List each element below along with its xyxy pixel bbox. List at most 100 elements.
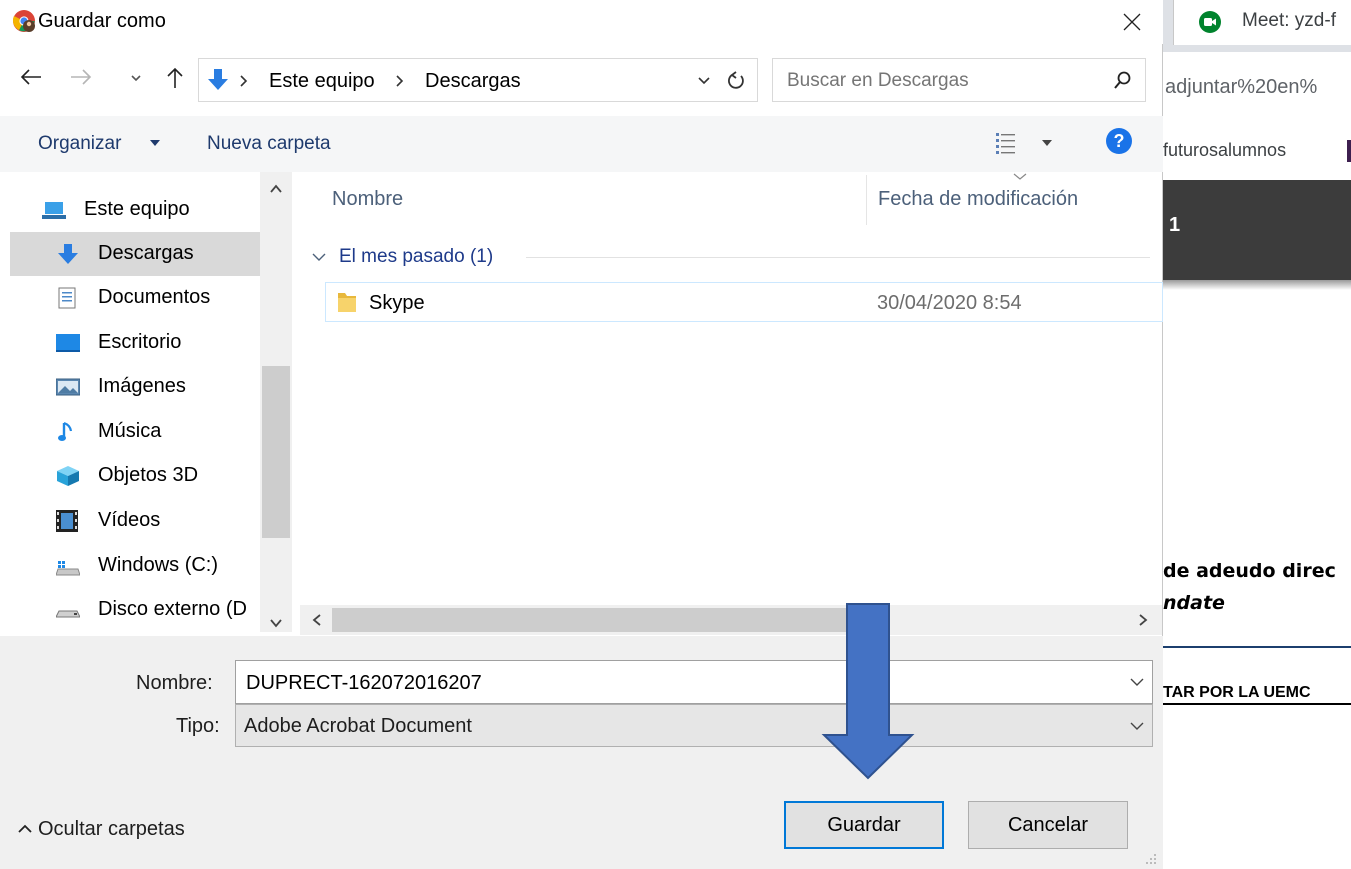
file-modified: 30/04/2020 8:54 xyxy=(877,292,1022,314)
file-list-scroll-thumb[interactable] xyxy=(332,608,870,632)
save-as-dialog: Guardar como Este equipo Descargas Busca… xyxy=(0,0,1163,869)
meet-icon xyxy=(1199,11,1221,33)
nav-label: Objetos 3D xyxy=(98,464,199,486)
link-underline xyxy=(1163,703,1351,705)
nav-item-documentos[interactable]: Documentos xyxy=(10,276,260,320)
view-options-dropdown-icon[interactable] xyxy=(1042,140,1052,148)
navigation-pane: Este equipo Descargas Documentos Escrito… xyxy=(10,172,260,632)
organize-menu[interactable]: Organizar xyxy=(38,116,168,172)
resize-grip-icon[interactable] xyxy=(1142,852,1158,866)
nav-item-musica[interactable]: Música xyxy=(10,410,260,454)
group-header[interactable]: El mes pasado (1) xyxy=(312,244,532,272)
filetype-select[interactable]: Adobe Acrobat Document xyxy=(235,704,1153,747)
nav-item-disco-externo[interactable]: Disco externo (D xyxy=(10,588,260,632)
videos-icon xyxy=(56,510,78,532)
scroll-up-icon[interactable] xyxy=(270,184,282,194)
column-header-name[interactable]: Nombre xyxy=(332,188,403,211)
organize-dropdown-icon xyxy=(150,140,160,146)
dialog-title: Guardar como xyxy=(38,10,166,32)
filename-dropdown-icon[interactable] xyxy=(1130,677,1144,687)
nav-item-descargas[interactable]: Descargas xyxy=(10,232,260,276)
computer-icon xyxy=(42,202,66,219)
address-bar[interactable]: Este equipo Descargas xyxy=(198,58,758,102)
annotation-arrow-icon xyxy=(821,603,915,780)
nav-item-objetos-3d[interactable]: Objetos 3D xyxy=(10,454,260,498)
page-heading: de adeudo direc xyxy=(1163,560,1336,582)
filetype-dropdown-icon[interactable] xyxy=(1130,721,1144,731)
save-button[interactable]: Guardar xyxy=(784,801,944,849)
file-row[interactable]: Skype 30/04/2020 8:54 xyxy=(325,282,1163,322)
nav-label: Windows (C:) xyxy=(98,554,219,576)
banner-text: 1 xyxy=(1169,214,1181,236)
nav-label: Música xyxy=(98,420,162,442)
browser-url-text: adjuntar%20en% xyxy=(1165,76,1318,98)
page-banner: 1 xyxy=(1163,180,1351,280)
address-dropdown-chevron-icon[interactable] xyxy=(697,74,711,88)
page-subheading: ndate xyxy=(1163,592,1225,614)
group-divider xyxy=(526,257,1150,258)
bookmark-icon xyxy=(1347,140,1351,162)
breadcrumb-este-equipo[interactable]: Este equipo xyxy=(269,70,375,93)
close-icon xyxy=(1123,13,1141,31)
browser-omnibox[interactable]: adjuntar%20en% xyxy=(1163,52,1351,118)
search-box[interactable] xyxy=(772,58,1146,102)
column-header-modified[interactable]: Fecha de modificación xyxy=(878,188,1078,211)
file-list xyxy=(300,172,1162,632)
browser-tab-title: Meet: yzd-f xyxy=(1242,10,1336,31)
nav-label: Documentos xyxy=(98,286,211,308)
group-label: El mes pasado (1) xyxy=(339,246,494,267)
hide-folders-toggle[interactable]: Ocultar carpetas xyxy=(18,818,218,846)
page-link[interactable]: TAR POR LA UEMC xyxy=(1163,684,1311,702)
nav-item-videos[interactable]: Vídeos xyxy=(10,499,260,543)
recent-locations-chevron-icon[interactable] xyxy=(130,72,142,84)
nav-pane-scroll-thumb[interactable] xyxy=(262,366,290,538)
scroll-down-icon[interactable] xyxy=(270,618,282,628)
folder-icon xyxy=(338,293,356,312)
refresh-icon[interactable] xyxy=(725,70,747,92)
view-details-icon[interactable] xyxy=(994,131,1018,155)
cancel-button[interactable]: Cancelar xyxy=(968,801,1128,849)
nav-label: Disco externo (D xyxy=(98,598,247,620)
up-arrow-icon[interactable] xyxy=(160,62,190,92)
breadcrumb-separator-icon xyxy=(240,75,248,87)
filetype-value: Adobe Acrobat Document xyxy=(244,715,472,737)
nav-label: Vídeos xyxy=(98,509,161,531)
banner-shadow xyxy=(1163,280,1351,290)
nav-label: Escritorio xyxy=(98,331,182,353)
filename-field[interactable] xyxy=(246,669,1106,697)
filetype-label: Tipo: xyxy=(176,715,220,737)
music-icon xyxy=(58,421,73,441)
dialog-title-bar: Guardar como xyxy=(0,0,1163,44)
desktop-icon xyxy=(56,334,80,352)
help-icon[interactable]: ? xyxy=(1104,126,1134,156)
forward-arrow-icon[interactable] xyxy=(66,62,96,92)
page-divider xyxy=(1163,646,1351,648)
back-arrow-icon[interactable] xyxy=(16,62,46,92)
nav-label: Este equipo xyxy=(84,198,190,220)
filename-combobox[interactable] xyxy=(235,660,1153,704)
nav-label: Imágenes xyxy=(98,375,186,397)
nav-item-escritorio[interactable]: Escritorio xyxy=(10,321,260,365)
scroll-left-icon[interactable] xyxy=(312,614,322,626)
browser-tab-meet[interactable]: Meet: yzd-f xyxy=(1173,0,1351,45)
scroll-right-icon[interactable] xyxy=(1138,614,1148,626)
nav-label: Descargas xyxy=(98,242,194,264)
organize-label: Organizar xyxy=(38,133,122,154)
search-input[interactable] xyxy=(787,68,1087,94)
browser-bookmarks-bar: futurosalumnos xyxy=(1163,118,1351,180)
file-name: Skype xyxy=(369,292,425,314)
close-button[interactable] xyxy=(1110,6,1154,38)
download-arrow-icon xyxy=(208,69,228,90)
documents-icon xyxy=(58,287,76,309)
nav-item-imagenes[interactable]: Imágenes xyxy=(10,365,260,409)
nav-item-windows-c[interactable]: Windows (C:) xyxy=(10,544,260,588)
chrome-icon xyxy=(12,10,35,32)
nav-item-este-equipo[interactable]: Este equipo xyxy=(10,188,260,232)
new-folder-button[interactable]: Nueva carpeta xyxy=(207,133,331,155)
drive-icon xyxy=(56,561,80,576)
filename-label: Nombre: xyxy=(136,672,213,694)
breadcrumb-descargas[interactable]: Descargas xyxy=(425,70,521,93)
bookmark-futurosalumnos[interactable]: futurosalumnos xyxy=(1163,140,1286,161)
column-separator[interactable] xyxy=(866,175,867,225)
chevron-up-icon xyxy=(18,824,32,833)
